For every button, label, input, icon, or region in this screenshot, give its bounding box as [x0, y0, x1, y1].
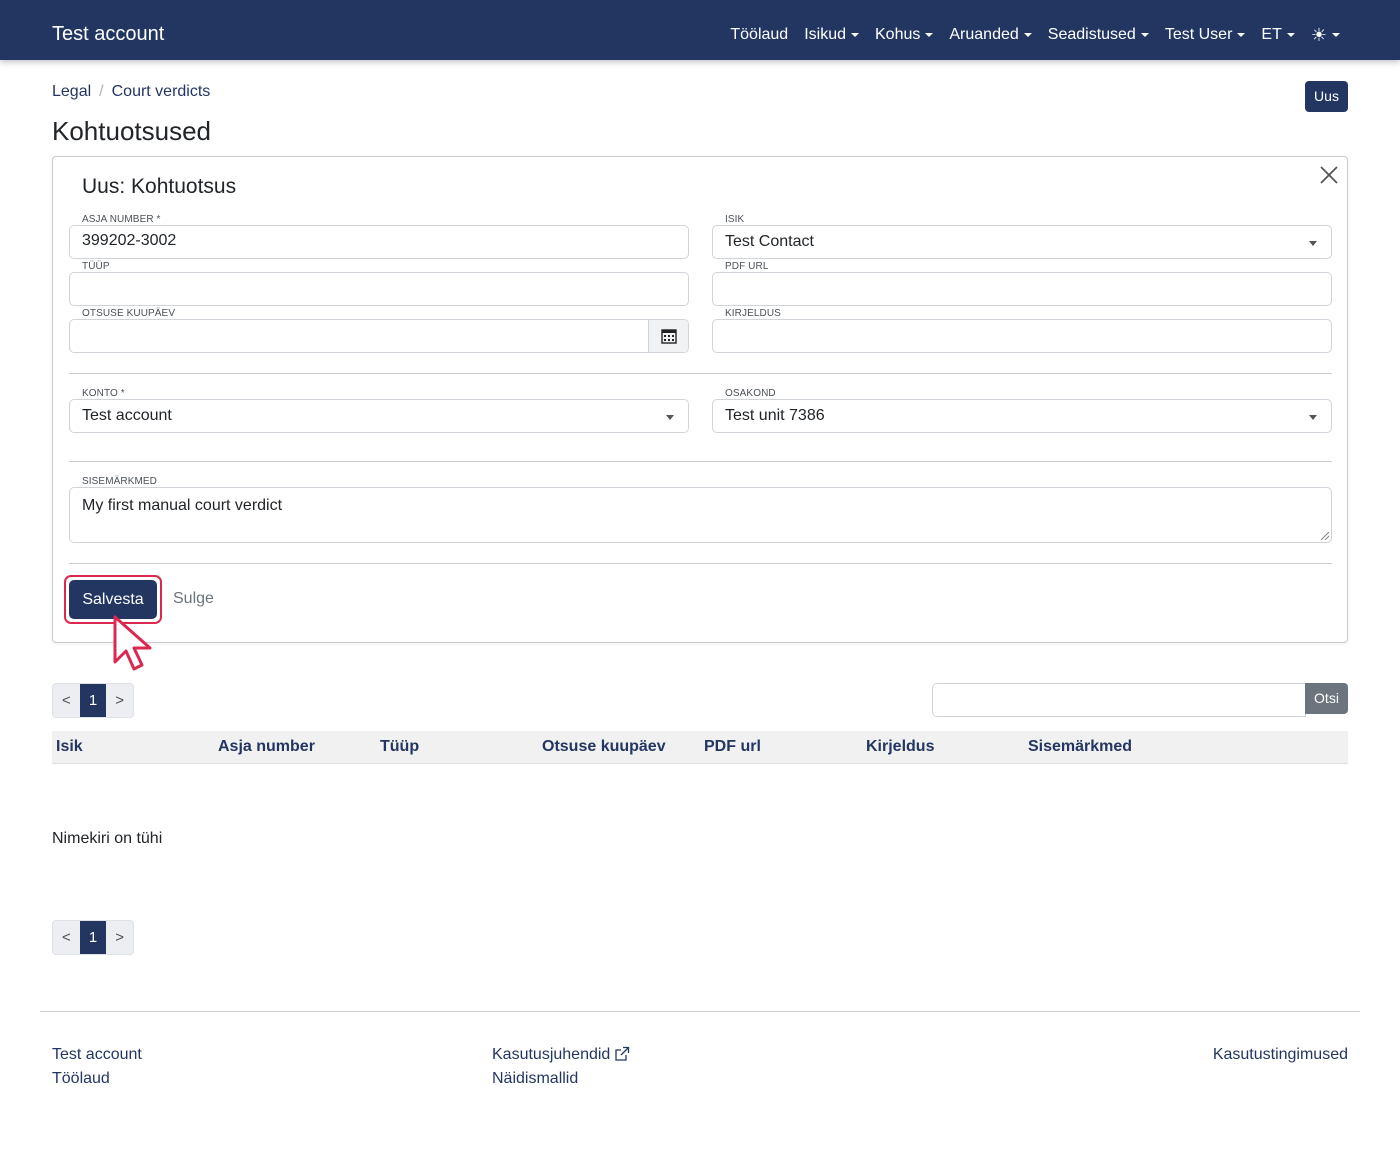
caret-down-icon [1023, 33, 1032, 37]
column-header-tuup[interactable]: Tüüp [380, 738, 419, 756]
pagination-page[interactable]: 1 [79, 921, 107, 954]
nav-item-seadistused[interactable]: Seadistused [1048, 26, 1149, 44]
notes-label: SISEMÄRKMED [79, 476, 161, 487]
column-header-pdf-url[interactable]: PDF url [704, 738, 761, 756]
pagination-prev[interactable]: < [53, 684, 80, 717]
table-header: Isik Asja number Tüüp Otsuse kuupäev PDF… [52, 731, 1348, 764]
calendar-button[interactable] [648, 320, 688, 352]
column-header-kirjeldus[interactable]: Kirjeldus [866, 738, 934, 756]
nav-item-toolaud[interactable]: Töölaud [730, 26, 788, 44]
nav-item-label: Töölaud [730, 26, 789, 43]
top-navbar: Test account Töölaud Isikud Kohus Aruand… [0, 0, 1400, 60]
sun-icon: ☀ [1310, 25, 1327, 45]
breadcrumb-separator: / [99, 83, 104, 100]
person-label: ISIK [722, 214, 748, 225]
account-label: KONTO * [79, 388, 128, 399]
caret-down-icon [1332, 33, 1340, 37]
nav-item-isikud[interactable]: Isikud [804, 26, 859, 44]
resize-handle[interactable] [1321, 532, 1329, 540]
chevron-down-icon [1309, 241, 1317, 246]
nav-item-theme[interactable]: ☀ [1311, 26, 1340, 44]
nav-item-label: Isikud [804, 26, 846, 43]
breadcrumb: Legal / Court verdicts [52, 83, 210, 101]
chevron-down-icon [1309, 415, 1317, 420]
pagination-page[interactable]: 1 [79, 684, 107, 717]
close-icon[interactable] [1319, 165, 1339, 185]
breadcrumb-court-verdicts[interactable]: Court verdicts [112, 83, 211, 101]
footer-link-toolaud[interactable]: Töölaud [52, 1070, 110, 1088]
nav-item-aruanded[interactable]: Aruanded [949, 26, 1032, 44]
new-verdict-form: Uus: Kohtuotsus ASJA NUMBER * 399202-300… [52, 156, 1348, 643]
footer-link-guides-label: Kasutusjuhendid [492, 1046, 611, 1063]
footer-link-templates[interactable]: Näidismallid [492, 1070, 578, 1088]
case-number-field[interactable]: ASJA NUMBER * 399202-3002 [69, 214, 689, 259]
type-label: TÜÜP [79, 261, 113, 272]
notes-textarea[interactable]: SISEMÄRKMED My first manual court verdic… [69, 476, 1332, 543]
search-button[interactable]: Otsi [1305, 683, 1348, 714]
page-title: Kohtuotsused [52, 116, 212, 146]
empty-list-message: Nimekiri on tühi [52, 830, 163, 847]
decision-date-field[interactable]: OTSUSE KUUPÄEV [69, 308, 689, 353]
column-header-sisemarkmed[interactable]: Sisemärkmed [1028, 738, 1132, 756]
chevron-down-icon [666, 415, 674, 420]
nav-item-label: Seadistused [1047, 26, 1136, 43]
nav-item-label: ET [1261, 26, 1282, 43]
department-value: Test unit 7386 [725, 407, 825, 424]
pdf-url-label: PDF URL [722, 261, 772, 272]
pdf-url-field[interactable]: PDF URL [712, 261, 1332, 306]
new-button[interactable]: Uus [1305, 81, 1348, 112]
breadcrumb-legal[interactable]: Legal [52, 83, 91, 101]
divider [69, 563, 1332, 564]
pagination-next[interactable]: > [106, 684, 133, 717]
person-select[interactable]: ISIK Test Contact [712, 214, 1332, 259]
nav-item-label: Test User [1164, 26, 1233, 43]
account-select[interactable]: KONTO * Test account [69, 388, 689, 433]
department-select[interactable]: OSAKOND Test unit 7386 [712, 388, 1332, 433]
cursor-pointer-icon [113, 615, 152, 671]
footer-link-terms[interactable]: Kasutustingimused [1213, 1046, 1348, 1064]
nav-item-label: Aruanded [949, 26, 1019, 43]
brand-link[interactable]: Test account [52, 0, 164, 60]
notes-value: My first manual court verdict [82, 497, 283, 514]
column-header-asja-number[interactable]: Asja number [218, 738, 315, 756]
nav-item-label: Kohus [875, 26, 921, 43]
caret-down-icon [1237, 33, 1246, 37]
footer-link-account[interactable]: Test account [52, 1046, 142, 1064]
pagination-bottom: < 1 > [52, 920, 134, 955]
nav-menu: Töölaud Isikud Kohus Aruanded Seadistuse… [714, 0, 1340, 60]
description-field[interactable]: KIRJELDUS [712, 308, 1332, 353]
close-form-button[interactable]: Sulge [173, 590, 214, 608]
nav-item-language[interactable]: ET [1261, 26, 1295, 44]
divider [69, 461, 1332, 462]
decision-date-label: OTSUSE KUUPÄEV [79, 308, 179, 319]
divider [69, 373, 1332, 374]
nav-item-kohus[interactable]: Kohus [875, 26, 934, 44]
person-value: Test Contact [725, 233, 814, 250]
caret-down-icon [925, 33, 934, 37]
nav-item-user[interactable]: Test User [1165, 26, 1246, 44]
pagination-top: < 1 > [52, 683, 134, 718]
description-label: KIRJELDUS [722, 308, 784, 319]
column-header-otsuse-kuupaev[interactable]: Otsuse kuupäev [542, 738, 666, 756]
case-number-label: ASJA NUMBER * [79, 214, 164, 225]
footer-link-guides[interactable]: Kasutusjuhendid [492, 1046, 630, 1064]
account-value: Test account [82, 407, 172, 424]
pagination-prev[interactable]: < [53, 921, 80, 954]
calendar-icon [661, 329, 677, 344]
caret-down-icon [1140, 33, 1149, 37]
pagination-next[interactable]: > [106, 921, 133, 954]
external-link-icon [615, 1046, 630, 1061]
case-number-value: 399202-3002 [82, 232, 177, 249]
column-header-isik[interactable]: Isik [56, 738, 83, 756]
type-field[interactable]: TÜÜP [69, 261, 689, 306]
caret-down-icon [851, 33, 859, 37]
form-title: Uus: Kohtuotsus [82, 175, 237, 198]
department-label: OSAKOND [722, 388, 779, 399]
footer-divider [40, 1011, 1360, 1012]
caret-down-icon [1286, 33, 1295, 37]
search-input[interactable] [932, 683, 1306, 717]
